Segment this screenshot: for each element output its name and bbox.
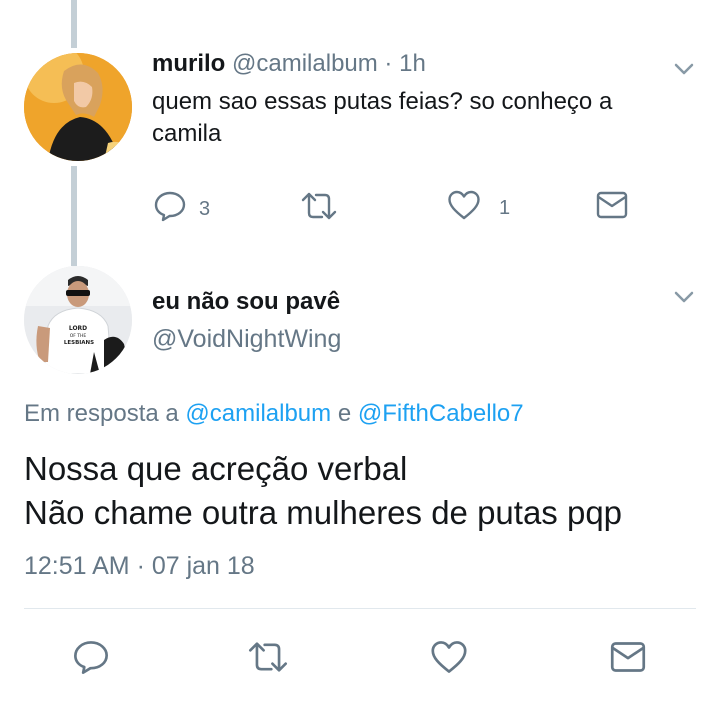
speech-bubble-icon bbox=[72, 638, 110, 682]
reply-avatar[interactable] bbox=[24, 53, 132, 161]
shirt-text-line3: LESBIANS bbox=[64, 340, 94, 346]
shirt-text-line2: OF THE bbox=[70, 333, 87, 339]
main-actions bbox=[0, 636, 720, 680]
reply-actions: 3 1 bbox=[0, 187, 720, 227]
reply-count: 3 bbox=[199, 197, 211, 220]
like-count: 1 bbox=[499, 196, 511, 219]
main-retweet-button[interactable] bbox=[247, 638, 289, 682]
main-tweet-line1: Nossa que acreção verbal bbox=[24, 450, 408, 487]
heart-icon bbox=[447, 189, 481, 227]
envelope-icon bbox=[596, 191, 628, 225]
chevron-down-icon[interactable] bbox=[674, 290, 694, 308]
main-timestamp[interactable]: 12:51 AM · 07 jan 18 bbox=[24, 552, 255, 581]
main-author-handle[interactable]: @VoidNightWing bbox=[152, 325, 341, 354]
main-avatar[interactable]: LORD OF THE LESBIANS bbox=[24, 266, 132, 374]
retweet-button[interactable] bbox=[300, 189, 338, 229]
like-button[interactable]: 1 bbox=[447, 189, 510, 227]
divider bbox=[24, 608, 696, 609]
reply-author-name[interactable]: murilo bbox=[152, 50, 225, 77]
retweet-icon bbox=[247, 638, 289, 682]
reply-header: murilo @camilalbum · 1h bbox=[152, 50, 426, 78]
reply-to-link-fifthcabello[interactable]: @FifthCabello7 bbox=[358, 400, 524, 427]
main-avatar-image: LORD OF THE LESBIANS bbox=[24, 266, 132, 374]
dm-button[interactable] bbox=[596, 191, 628, 225]
main-reply-button[interactable] bbox=[72, 638, 110, 682]
main-tweet-line2: Não chame outra mulheres de putas pqp bbox=[24, 494, 623, 531]
reply-to-line: Em resposta a @camilalbum e @FifthCabell… bbox=[24, 400, 524, 428]
heart-icon bbox=[430, 639, 468, 681]
reply-separator: · bbox=[384, 50, 393, 77]
speech-bubble-icon bbox=[153, 189, 187, 229]
reply-time[interactable]: 1h bbox=[399, 50, 426, 77]
reply-to-prefix: Em resposta a bbox=[24, 400, 179, 427]
envelope-icon bbox=[610, 641, 646, 679]
main-author-name[interactable]: eu não sou pavê bbox=[152, 288, 340, 316]
reply-text: quem sao essas putas feias? so conheço a… bbox=[152, 88, 613, 147]
reply-avatar-image bbox=[24, 53, 132, 161]
shirt-text-line1: LORD bbox=[69, 325, 87, 332]
reply-to-conjunction: e bbox=[337, 400, 352, 427]
chevron-down-icon[interactable] bbox=[674, 62, 694, 80]
reply-author-handle[interactable]: @camilalbum bbox=[232, 50, 378, 77]
reply-button[interactable]: 3 bbox=[153, 189, 210, 229]
main-tweet-text: Nossa que acreção verbal Não chame outra… bbox=[24, 447, 714, 535]
reply-to-link-camilalbum[interactable]: @camilalbum bbox=[185, 400, 331, 427]
main-dm-button[interactable] bbox=[610, 641, 646, 679]
main-like-button[interactable] bbox=[430, 639, 468, 681]
retweet-icon bbox=[300, 189, 338, 229]
thread-line-top bbox=[71, 0, 77, 48]
